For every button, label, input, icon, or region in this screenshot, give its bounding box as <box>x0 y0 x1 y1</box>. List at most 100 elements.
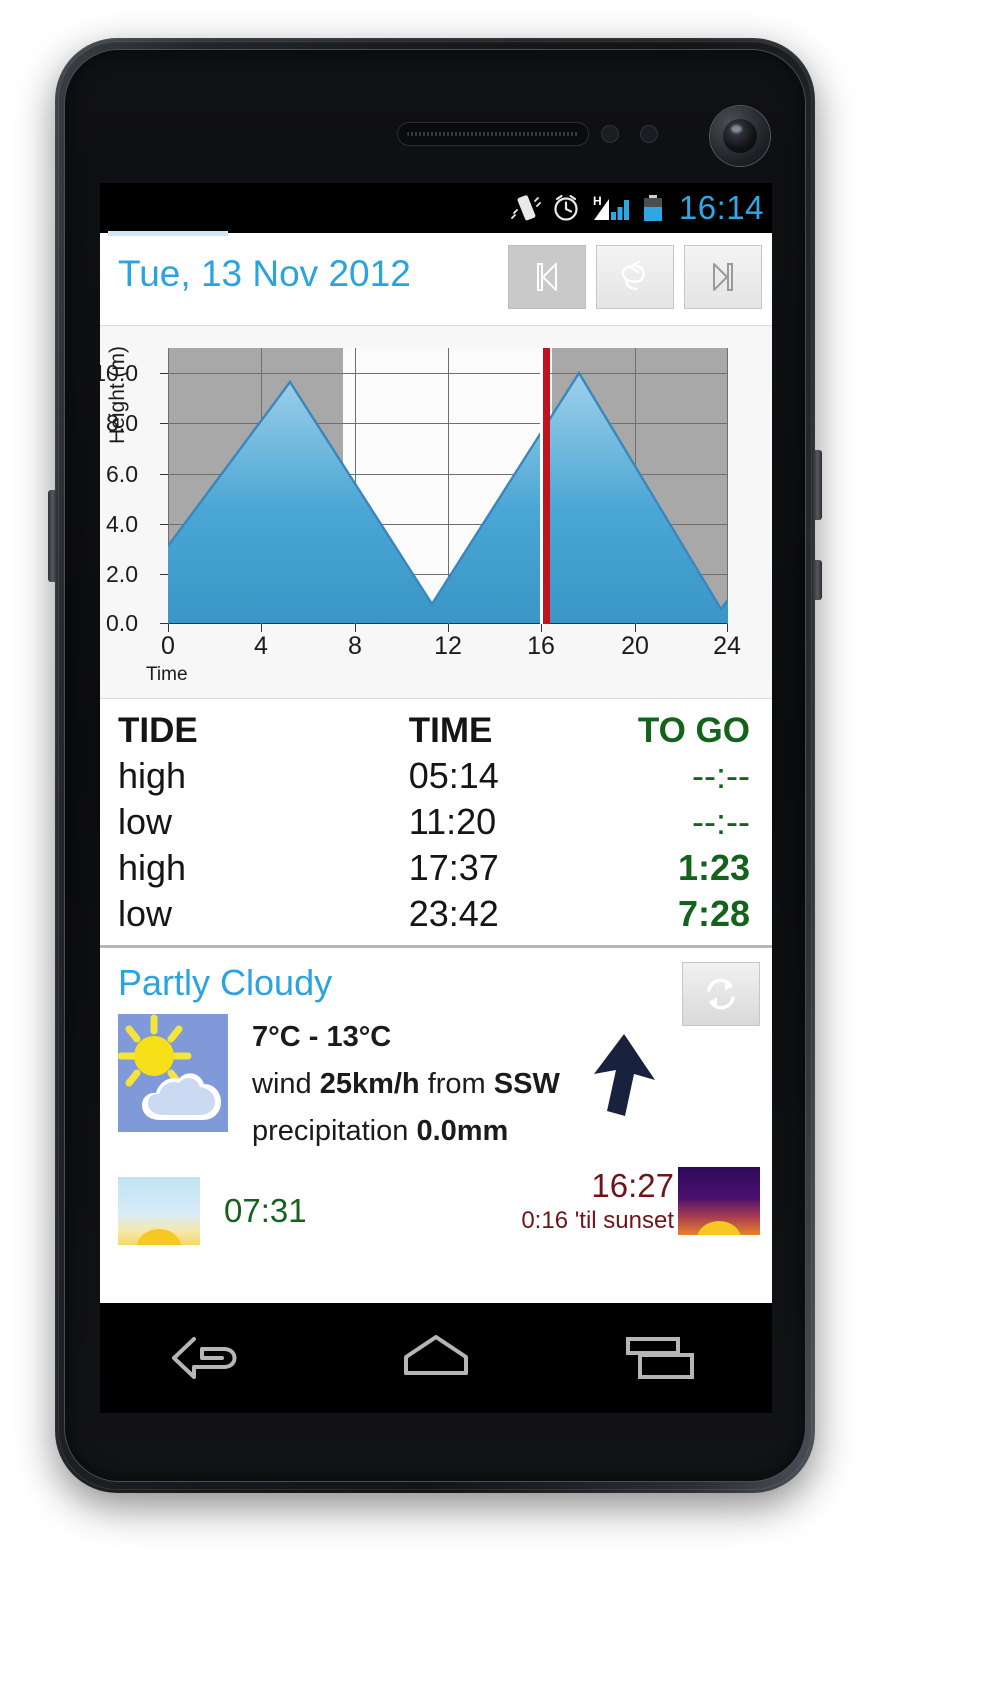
tide-type: high <box>100 847 409 889</box>
next-day-button[interactable] <box>684 245 762 309</box>
weather-condition-title: Partly Cloudy <box>100 948 772 1008</box>
ytick-6 <box>160 474 168 475</box>
tide-time: 17:37 <box>409 847 599 889</box>
light-sensor <box>641 126 657 142</box>
xtick-0 <box>168 624 169 632</box>
prev-day-button[interactable] <box>508 245 586 309</box>
xtick-4 <box>261 624 262 632</box>
earpiece-speaker <box>398 123 588 145</box>
ytick-10 <box>160 373 168 374</box>
front-camera <box>710 106 770 166</box>
ytick-0 <box>160 623 168 624</box>
wind-speed-value: 25km/h <box>320 1068 420 1100</box>
xlabel-16: 16 <box>511 632 571 661</box>
ylabel-10: 10.0 <box>100 360 138 387</box>
temperature-range: 7°C - 13°C <box>252 1014 560 1061</box>
tide-type: low <box>100 893 409 935</box>
hspa-signal-icon: H <box>591 193 631 223</box>
tide-chart-plot <box>168 348 728 624</box>
xtick-8 <box>355 624 356 632</box>
recents-icon[interactable] <box>612 1327 708 1389</box>
wind-direction-arrow-icon <box>587 1032 661 1118</box>
table-row[interactable]: high 05:14 --:-- <box>100 753 772 799</box>
tab-indicator <box>108 231 228 236</box>
xtick-20 <box>635 624 636 632</box>
home-icon[interactable] <box>388 1327 484 1389</box>
sunset-icon <box>678 1167 760 1235</box>
sunrise-icon <box>118 1177 200 1245</box>
current-time-marker <box>543 348 550 624</box>
sunrise-time: 07:31 <box>200 1192 307 1230</box>
status-bar: H 16:14 <box>100 183 772 233</box>
table-header-row: TIDE TIME TO GO <box>100 709 772 753</box>
tide-time: 11:20 <box>409 801 599 843</box>
xlabel-24: 24 <box>697 632 757 661</box>
tide-togo: 7:28 <box>598 893 772 935</box>
xtick-12 <box>448 624 449 632</box>
ytick-4 <box>160 524 168 525</box>
column-header-tide: TIDE <box>100 711 409 751</box>
ytick-2 <box>160 574 168 575</box>
tide-type: high <box>100 755 409 797</box>
weather-details: 7°C - 13°C wind 25km/h from SSW precipit… <box>228 1014 560 1155</box>
side-button-lower[interactable] <box>813 560 822 600</box>
wind-line: wind 25km/h from SSW <box>252 1061 560 1108</box>
ylabel-4: 4.0 <box>100 511 138 538</box>
tide-time: 05:14 <box>409 755 599 797</box>
sunset-info: 16:27 0:16 'til sunset <box>521 1167 674 1235</box>
column-header-togo: TO GO <box>598 711 772 751</box>
svg-text:H: H <box>593 194 602 208</box>
battery-icon <box>641 193 665 223</box>
action-bar: Tue, 13 Nov 2012 <box>100 233 772 326</box>
table-row[interactable]: low 23:42 7:28 <box>100 891 772 937</box>
chart-x-axis-title: Time <box>146 664 188 686</box>
table-row[interactable]: low 11:20 --:-- <box>100 799 772 845</box>
today-button[interactable] <box>596 245 674 309</box>
sunset-countdown: 0:16 'til sunset <box>521 1207 674 1235</box>
tide-table: TIDE TIME TO GO high 05:14 --:-- low 11:… <box>100 699 772 948</box>
weather-panel: Partly Cloudy <box>100 948 772 1271</box>
table-row[interactable]: high 17:37 1:23 <box>100 845 772 891</box>
xtick-24 <box>727 624 728 632</box>
tide-togo: --:-- <box>598 801 772 843</box>
sun-times-row: 07:31 16:27 0:16 'til sunset <box>100 1155 772 1265</box>
status-clock: 16:14 <box>675 189 764 227</box>
precip-prefix-label: precipitation <box>252 1115 416 1147</box>
tide-togo: 1:23 <box>598 847 772 889</box>
ylabel-8: 8.0 <box>100 410 138 437</box>
power-button[interactable] <box>813 450 822 520</box>
volume-button[interactable] <box>48 490 57 582</box>
wind-mid-label: from <box>420 1068 494 1100</box>
back-icon[interactable] <box>164 1327 260 1389</box>
proximity-sensor <box>602 126 618 142</box>
wind-direction-value: SSW <box>494 1068 560 1100</box>
tide-chart-panel: Height (m) <box>100 326 772 699</box>
xlabel-0: 0 <box>138 632 198 661</box>
sunset-time: 16:27 <box>521 1167 674 1205</box>
xlabel-4: 4 <box>231 632 291 661</box>
ylabel-0: 0.0 <box>100 610 138 637</box>
system-nav-bar <box>100 1303 772 1413</box>
vibrate-icon <box>511 193 541 223</box>
undo-arrow-icon <box>617 258 653 296</box>
alarm-icon <box>551 193 581 223</box>
column-header-time: TIME <box>409 711 599 751</box>
skip-previous-icon <box>530 258 564 296</box>
precip-value: 0.0mm <box>416 1115 508 1147</box>
precipitation-line: precipitation 0.0mm <box>252 1108 560 1155</box>
tide-area-series <box>168 348 728 624</box>
tide-type: low <box>100 801 409 843</box>
wind-prefix-label: wind <box>252 1068 320 1100</box>
date-nav-buttons <box>508 245 762 309</box>
phone-screen: H 16:14 Tue, 13 Nov 2012 <box>100 183 772 1303</box>
xlabel-8: 8 <box>325 632 385 661</box>
page-title: Tue, 13 Nov 2012 <box>118 253 411 295</box>
xlabel-20: 20 <box>605 632 665 661</box>
ylabel-6: 6.0 <box>100 461 138 488</box>
ytick-8 <box>160 423 168 424</box>
tide-togo: --:-- <box>598 755 772 797</box>
weather-body: 7°C - 13°C wind 25km/h from SSW precipit… <box>100 1008 772 1155</box>
tide-time: 23:42 <box>409 893 599 935</box>
xlabel-12: 12 <box>418 632 478 661</box>
ylabel-2: 2.0 <box>100 561 138 588</box>
